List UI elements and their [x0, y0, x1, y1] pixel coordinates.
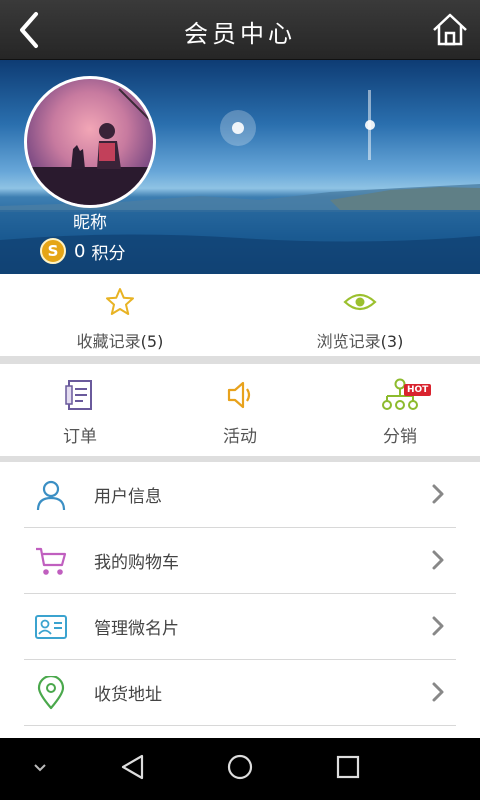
orders-label: 订单 [63, 427, 97, 447]
activities-label: 活动 [223, 427, 257, 447]
points-display: S 0 积分 [40, 236, 125, 266]
menu-item-cart[interactable]: 我的购物车 [24, 528, 456, 594]
menu-item-label: 管理微名片 [94, 619, 179, 639]
nickname: 昵称 [73, 213, 107, 233]
order-icon [63, 378, 97, 416]
location-icon [34, 675, 68, 710]
back-icon[interactable] [118, 752, 148, 786]
avatar[interactable] [24, 76, 156, 208]
actions-row: 订单 活动 分销 HOT [0, 364, 480, 456]
points-label: 积分 [91, 243, 126, 264]
home-icon[interactable] [430, 10, 470, 50]
menu-list: 用户信息 我的购物车 管理微名片 收货地址 [0, 462, 480, 738]
hot-badge: HOT [404, 384, 432, 396]
card-icon [34, 610, 68, 644]
profile-banner: 昵称 S 0 积分 [0, 60, 480, 274]
chevron-right-icon [430, 614, 446, 638]
favorites-count: (5) [140, 332, 164, 351]
chevron-right-icon [430, 680, 446, 704]
chevron-right-icon [430, 548, 446, 572]
distribution-label: 分销 [383, 427, 417, 447]
favorites-label: 收藏记录 [76, 332, 141, 351]
history-count: (3) [380, 332, 404, 351]
menu-item-user-info[interactable]: 用户信息 [24, 462, 456, 528]
speaker-icon [223, 378, 257, 416]
top-bar: 会员中心 [0, 0, 480, 60]
favorites-record[interactable]: 收藏记录(5) [0, 274, 240, 356]
menu-item-label: 我的购物车 [94, 553, 179, 573]
eye-icon [343, 286, 377, 322]
home-circle-icon[interactable] [225, 752, 255, 786]
chevron-down-icon[interactable] [30, 760, 50, 780]
history-record[interactable]: 浏览记录(3) [240, 274, 480, 356]
menu-item-label: 用户信息 [94, 487, 162, 507]
distribution-button[interactable]: 分销 [320, 364, 480, 456]
system-nav-bar [0, 738, 480, 800]
menu-item-address[interactable]: 收货地址 [24, 660, 456, 726]
chevron-right-icon [430, 482, 446, 506]
records-row: 收藏记录(5) 浏览记录(3) [0, 274, 480, 356]
recents-icon[interactable] [333, 752, 363, 786]
star-icon [104, 286, 136, 322]
history-label: 浏览记录 [316, 332, 381, 351]
cart-icon [34, 544, 68, 578]
orders-button[interactable]: 订单 [0, 364, 160, 456]
divider [0, 356, 480, 364]
user-icon [34, 478, 68, 512]
activities-button[interactable]: 活动 [160, 364, 320, 456]
menu-item-business-card[interactable]: 管理微名片 [24, 594, 456, 660]
coin-icon: S [40, 238, 66, 264]
points-value: 0 [74, 240, 86, 262]
page-title: 会员中心 [184, 20, 296, 48]
menu-item-label: 收货地址 [94, 685, 162, 705]
